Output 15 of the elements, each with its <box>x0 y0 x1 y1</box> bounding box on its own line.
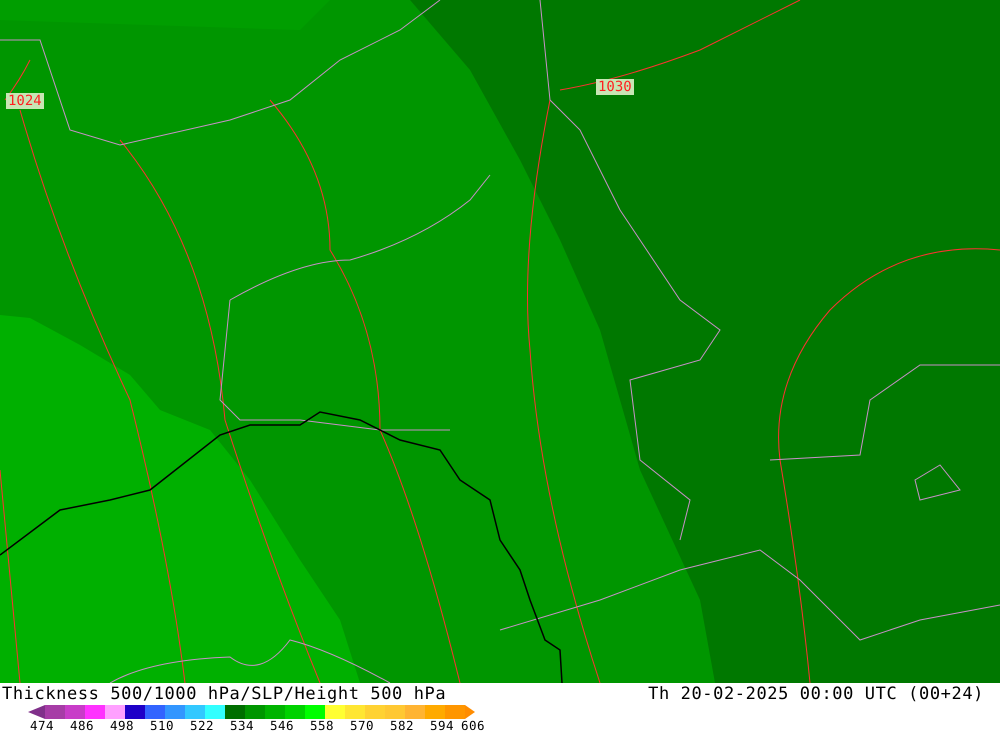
chart-title: Thickness 500/1000 hPa/SLP/Height 500 hPa <box>2 684 446 704</box>
contour-label: 1024 <box>6 93 44 109</box>
scale-label: 534 <box>230 719 256 733</box>
scale-label: 486 <box>70 719 96 733</box>
scale-label: 582 <box>390 719 416 733</box>
scale-label: 546 <box>270 719 296 733</box>
contour-label: 1030 <box>596 79 634 95</box>
scale-label: 522 <box>190 719 216 733</box>
scale-label: 474 <box>30 719 56 733</box>
scale-label: 570 <box>350 719 376 733</box>
scale-label: 498 <box>110 719 136 733</box>
scale-label: 606 <box>461 719 486 733</box>
valid-time: Th 20-02-2025 00:00 UTC (00+24) <box>648 684 984 704</box>
scale-label: 510 <box>150 719 176 733</box>
scale-label: 558 <box>310 719 336 733</box>
